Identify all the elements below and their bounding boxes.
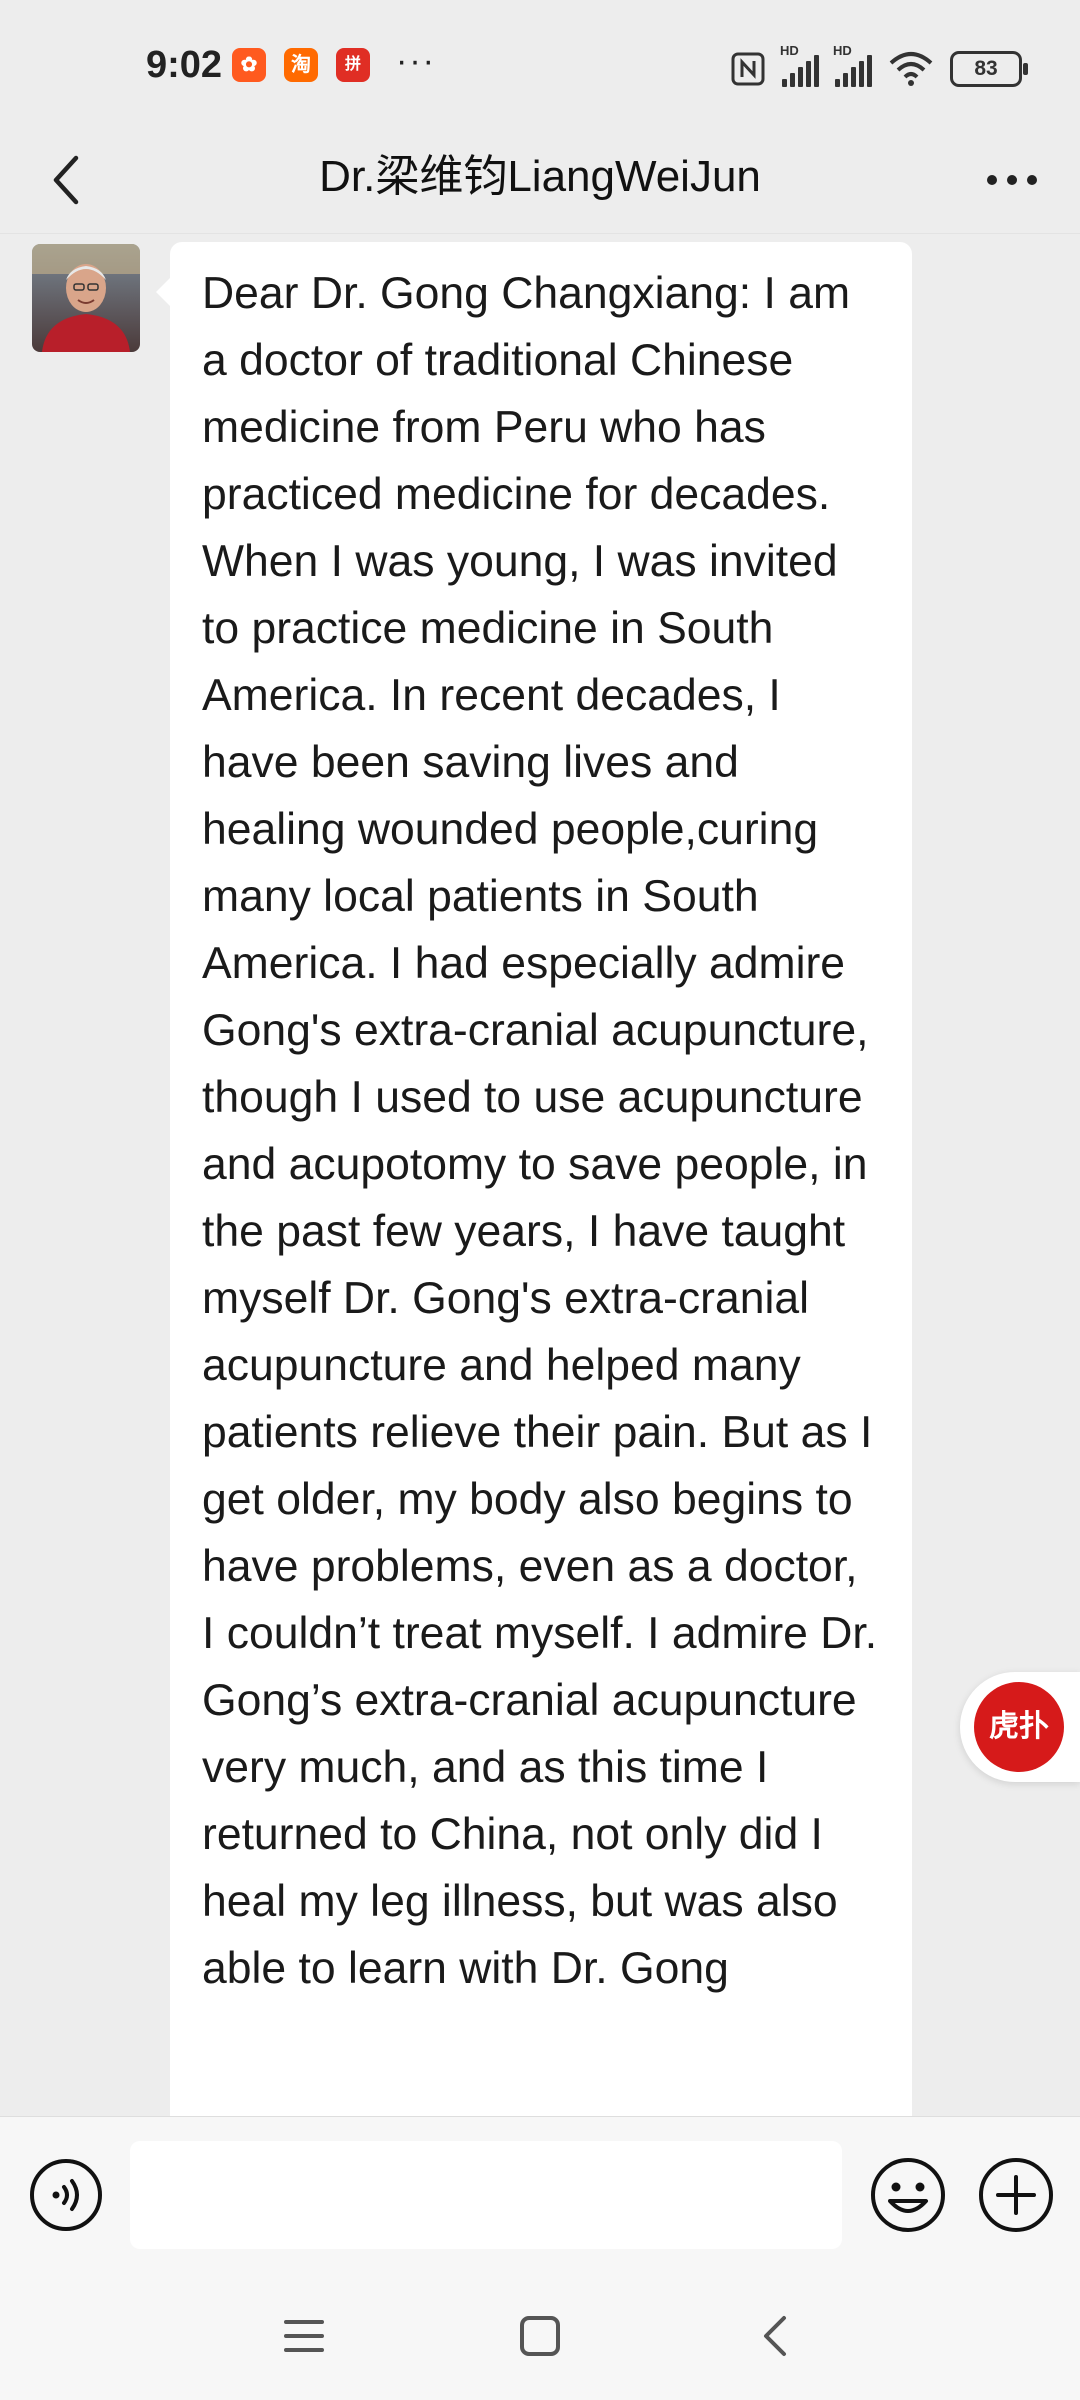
header-divider <box>0 233 1080 234</box>
chat-title: Dr.梁维钧LiangWeiJun <box>319 152 761 201</box>
menu-icon <box>284 2320 324 2352</box>
plus-icon <box>979 2158 1053 2232</box>
more-functions-button[interactable] <box>976 2155 1056 2235</box>
system-nav-bar <box>0 2276 1080 2400</box>
emoji-icon <box>871 2158 945 2232</box>
taobao-icon: 淘 <box>284 48 318 82</box>
floating-app-badge[interactable]: 虎扑 <box>960 1672 1080 1782</box>
message-text: Dear Dr. Gong Changxiang: I am a doctor … <box>202 269 878 1993</box>
home-square-icon <box>520 2316 560 2356</box>
status-icons: HD HD 83 <box>730 43 1028 90</box>
more-options-button[interactable] <box>972 140 1052 220</box>
message-list[interactable]: Dear Dr. Gong Changxiang: I am a doctor … <box>0 236 1080 2116</box>
status-bar: 9:02 ✿ 淘 拼 ··· HD HD 83 <box>0 0 1080 130</box>
nfc-icon <box>731 52 765 86</box>
emoji-button[interactable] <box>868 2155 948 2235</box>
kuaishou-icon: ✿ <box>232 48 266 82</box>
avatar[interactable] <box>32 244 140 352</box>
avatar-image <box>32 244 140 352</box>
input-bar <box>0 2116 1080 2277</box>
pinduoduo-icon: 拼 <box>336 48 370 82</box>
voice-icon <box>30 2159 102 2231</box>
system-back-button[interactable] <box>736 2296 816 2376</box>
battery-icon: 83 <box>950 51 1028 87</box>
signal-icon-2: HD <box>833 43 872 87</box>
back-button[interactable] <box>30 140 110 220</box>
wifi-icon <box>889 52 933 86</box>
chevron-left-icon <box>53 155 79 205</box>
chat-header: Dr.梁维钧LiangWeiJun <box>0 130 1080 235</box>
message-bubble[interactable]: Dear Dr. Gong Changxiang: I am a doctor … <box>156 242 912 2116</box>
back-triangle-icon <box>764 2316 786 2356</box>
status-time: 9:02 <box>146 44 223 86</box>
recent-apps-button[interactable] <box>264 2296 344 2376</box>
signal-icon-1: HD <box>780 43 819 87</box>
more-notifications-icon: ··· <box>396 42 436 80</box>
voice-input-button[interactable] <box>28 2157 104 2233</box>
hupu-icon: 虎扑 <box>974 1682 1064 1772</box>
message-input[interactable] <box>130 2141 842 2249</box>
home-button[interactable] <box>500 2296 580 2376</box>
more-dots-icon <box>987 175 1037 185</box>
